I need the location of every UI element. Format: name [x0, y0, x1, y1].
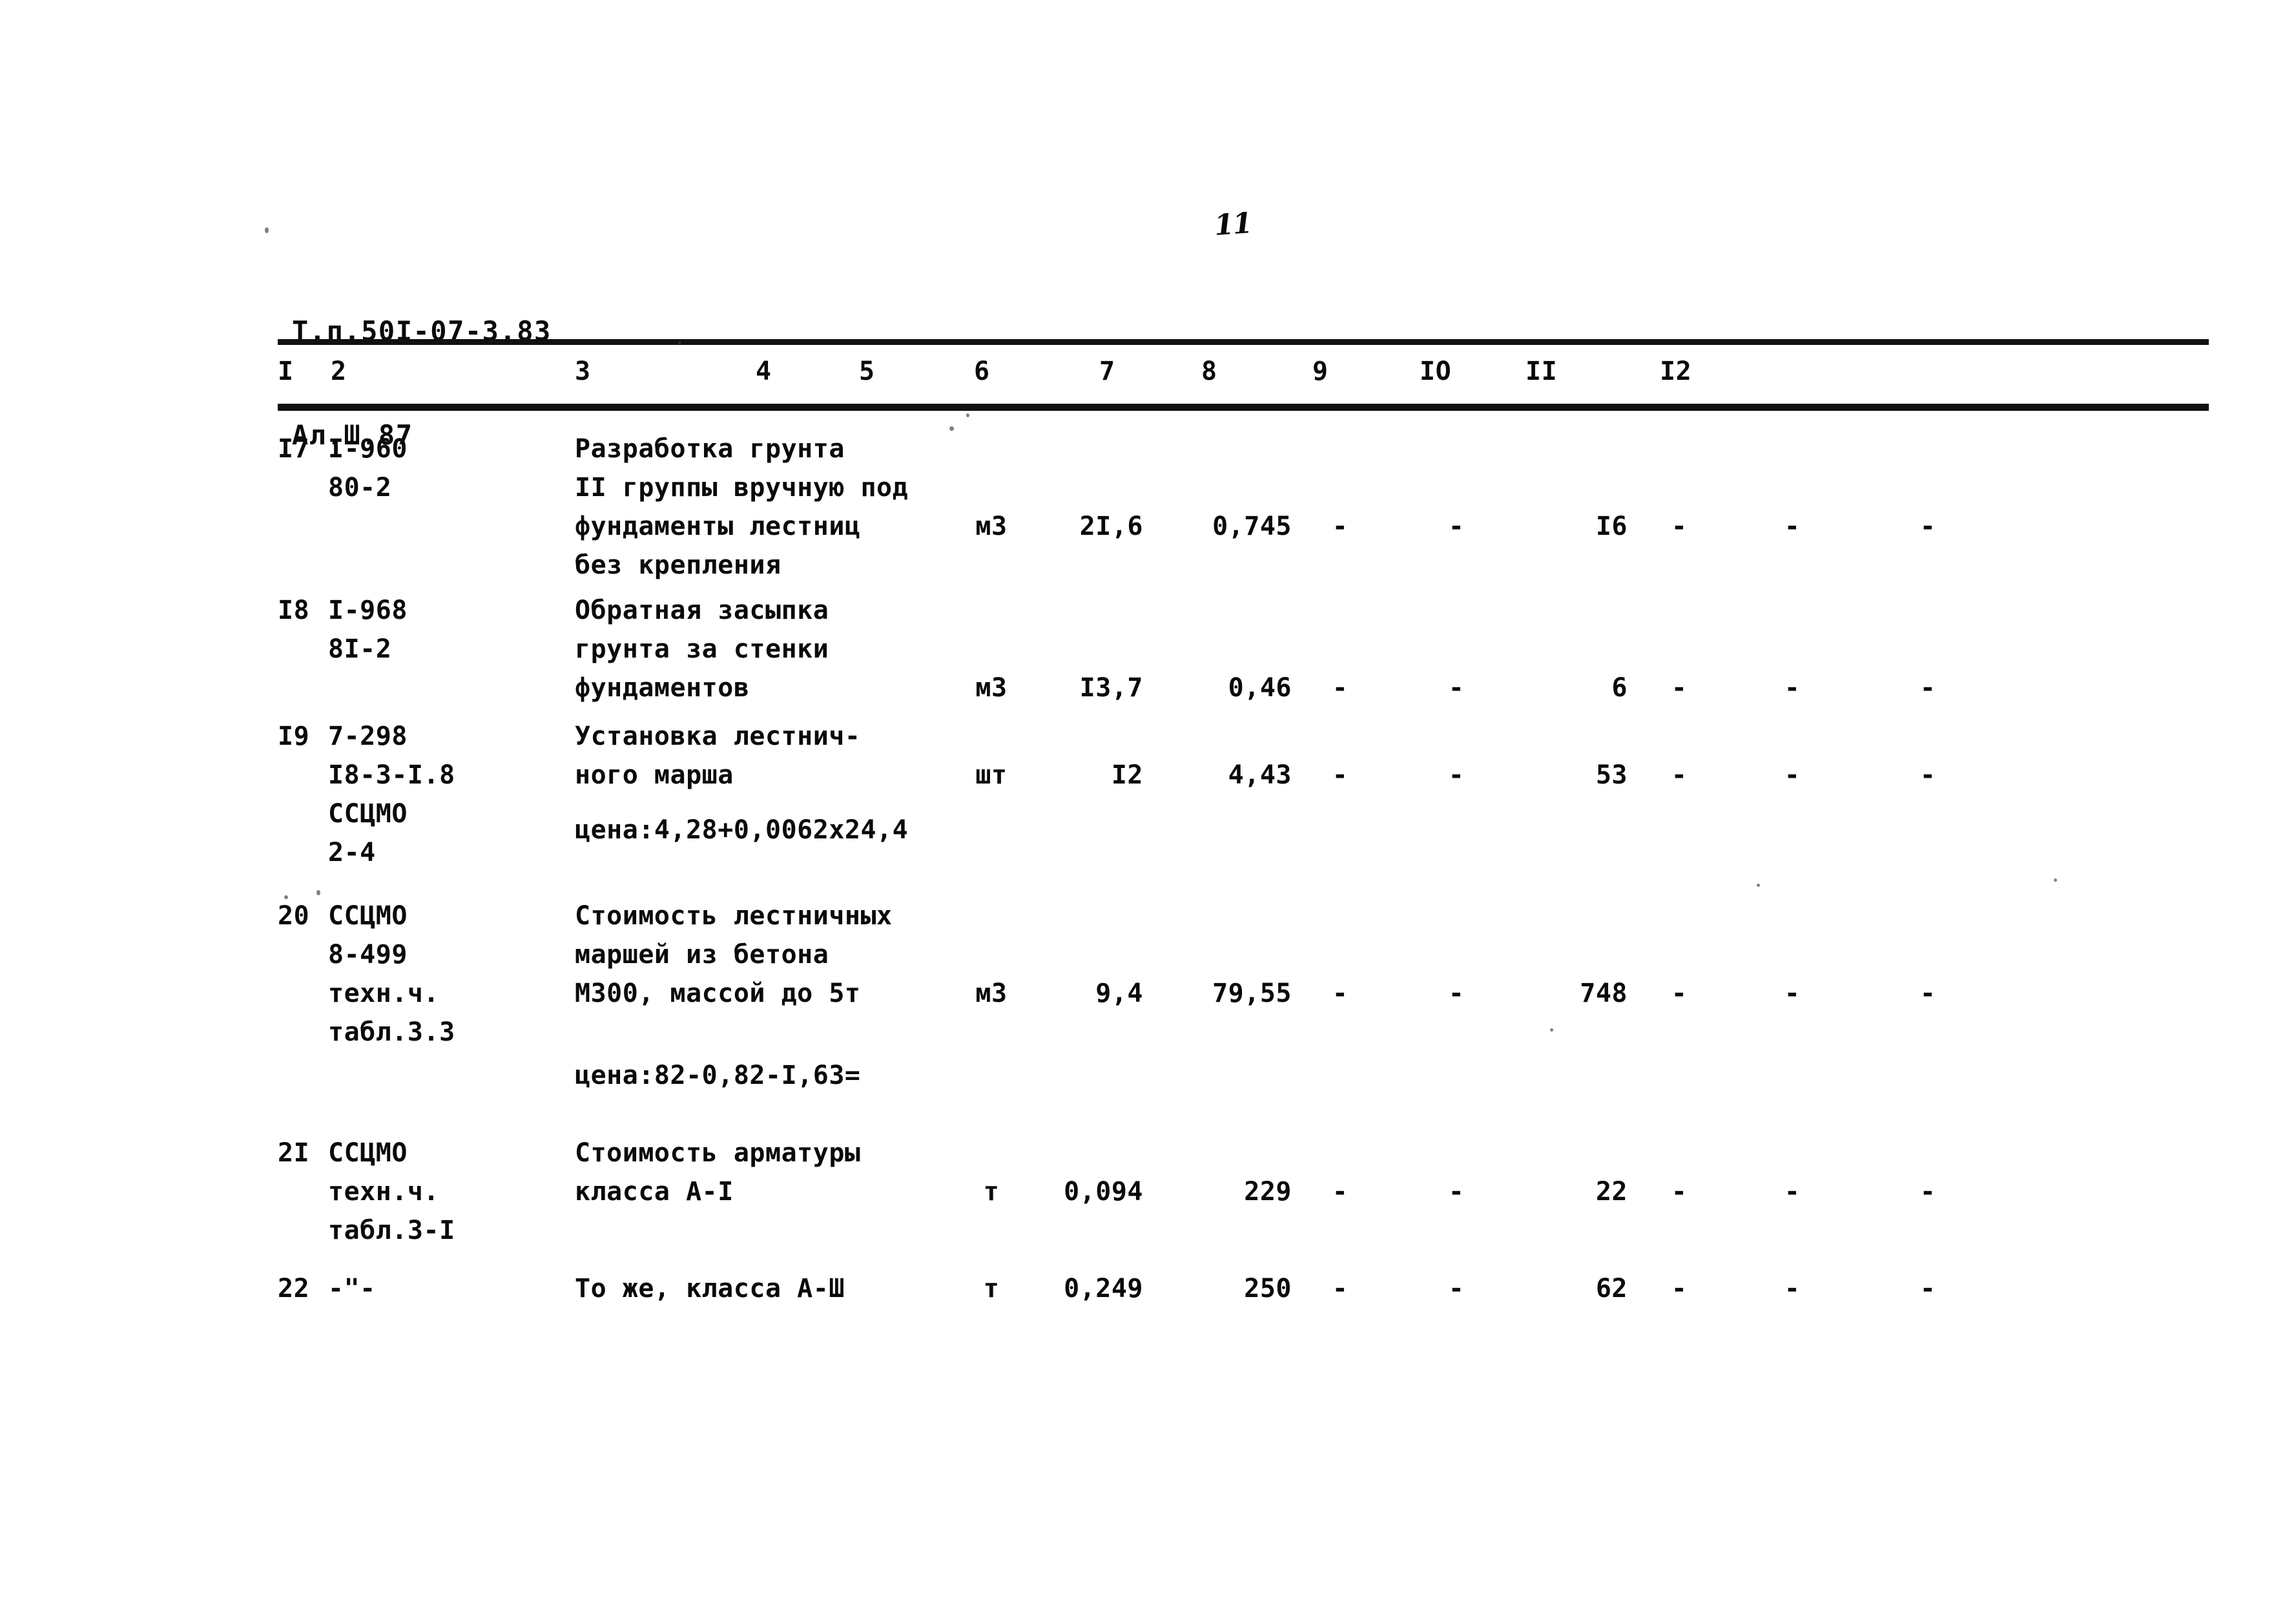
row-value-5: 9,4 [1095, 979, 1143, 1008]
row-value-6: 229 [1244, 1177, 1292, 1207]
row-value-12: - [1919, 1177, 1936, 1207]
page-number: 11 [1213, 207, 1252, 242]
row-unit: м3 [975, 979, 1008, 1008]
row-value-7: - [1332, 979, 1349, 1008]
row-value-11: - [1784, 512, 1801, 541]
row-value-7: - [1332, 512, 1349, 541]
column-header-9: 9 [1312, 357, 1329, 386]
row-value-9: 62 [1595, 1274, 1628, 1303]
table-top-rule [278, 339, 2209, 345]
row-value-11: - [1784, 1274, 1801, 1303]
row-unit: т [983, 1274, 1000, 1303]
column-header-4: 4 [756, 357, 772, 386]
row-description: Установка лестнич- ного марша [575, 722, 861, 790]
table-row: I7 [278, 434, 310, 464]
row-unit: м3 [975, 512, 1008, 541]
row-value-9: I6 [1595, 512, 1628, 541]
row-code: ССЦМО техн.ч. табл.3-I [328, 1138, 455, 1245]
row-code: -"- [328, 1274, 376, 1303]
row-value-11: - [1784, 673, 1801, 703]
scan-speck [966, 413, 969, 417]
row-code: ССЦМО 8-499 техн.ч. табл.3.3 [328, 901, 455, 1047]
row-value-6: 0,46 [1228, 673, 1292, 703]
table-row: I9 [278, 722, 310, 751]
row-value-8: - [1448, 979, 1465, 1008]
row-value-8: - [1448, 512, 1465, 541]
column-header-5: 5 [859, 357, 875, 386]
column-header-2: 2 [331, 357, 347, 386]
row-value-11: - [1784, 760, 1801, 790]
row-value-12: - [1919, 673, 1936, 703]
row-value-5: I3,7 [1079, 673, 1143, 703]
scan-speck [949, 426, 954, 431]
document-page: Т.п.50I-07-3.83 Ал.Ш.87 11 I 2 3 4 5 6 7… [0, 0, 2296, 1620]
column-header-7: 7 [1099, 357, 1115, 386]
row-value-10: - [1671, 1274, 1688, 1303]
row-value-5: 0,094 [1064, 1177, 1143, 1207]
row-value-5: 0,249 [1064, 1274, 1143, 1303]
row-code: I-960 80-2 [328, 434, 408, 503]
row-value-9: 748 [1580, 979, 1628, 1008]
row-value-11: - [1784, 979, 1801, 1008]
scan-speck [1757, 884, 1760, 887]
row-code: I-968 8I-2 [328, 596, 408, 664]
row-value-12: - [1919, 979, 1936, 1008]
row-value-12: - [1919, 1274, 1936, 1303]
column-header-10: IO [1420, 357, 1452, 386]
row-value-10: - [1671, 760, 1688, 790]
row-value-12: - [1919, 760, 1936, 790]
row-price-note: цена:4,28+0,0062х24,4 [575, 815, 909, 845]
row-description: Стоимость лестничных маршей из бетона М3… [575, 901, 893, 1008]
scan-speck [678, 341, 681, 344]
row-value-6: 250 [1244, 1274, 1292, 1303]
scan-speck [284, 895, 288, 899]
column-header-3: 3 [575, 357, 591, 386]
table-row: 22 [278, 1274, 310, 1303]
row-value-6: 0,745 [1212, 512, 1292, 541]
table-row: I8 [278, 596, 310, 625]
row-price-note: цена:82-0,82-I,63= [575, 1061, 861, 1090]
row-value-10: - [1671, 673, 1688, 703]
column-header-1: I [278, 357, 294, 386]
row-value-5: I2 [1111, 760, 1143, 790]
table-header-rule [278, 404, 2209, 411]
row-value-6: 79,55 [1212, 979, 1292, 1008]
row-description: Разработка грунта II группы вручную под … [575, 434, 909, 580]
scan-speck [1550, 1028, 1553, 1032]
scan-speck [265, 227, 269, 233]
row-value-7: - [1332, 760, 1349, 790]
row-code: 7-298 I8-3-I.8 ССЦМО 2-4 [328, 722, 455, 867]
row-description: Стоимость арматуры класса А-I [575, 1138, 861, 1207]
row-description: Обратная засыпка грунта за стенки фундам… [575, 596, 829, 703]
row-value-6: 4,43 [1228, 760, 1292, 790]
row-value-9: 6 [1611, 673, 1628, 703]
row-value-8: - [1448, 1177, 1465, 1207]
row-value-10: - [1671, 979, 1688, 1008]
column-header-6: 6 [974, 357, 990, 386]
row-value-10: - [1671, 512, 1688, 541]
row-unit: м3 [975, 673, 1008, 703]
row-value-5: 2I,6 [1079, 512, 1143, 541]
row-unit: т [983, 1177, 1000, 1207]
row-value-12: - [1919, 512, 1936, 541]
column-header-12: I2 [1660, 357, 1692, 386]
row-unit: шт [975, 760, 1008, 790]
table-row: 20 [278, 901, 310, 931]
scan-speck [2054, 878, 2057, 882]
column-header-8: 8 [1201, 357, 1217, 386]
row-description: То же, класса А-Ш [575, 1274, 845, 1303]
row-value-9: 53 [1595, 760, 1628, 790]
row-value-8: - [1448, 673, 1465, 703]
row-value-8: - [1448, 760, 1465, 790]
row-value-9: 22 [1595, 1177, 1628, 1207]
table-row: 2I [278, 1138, 310, 1168]
row-value-8: - [1448, 1274, 1465, 1303]
row-value-7: - [1332, 1274, 1349, 1303]
row-value-7: - [1332, 673, 1349, 703]
row-value-11: - [1784, 1177, 1801, 1207]
row-value-10: - [1671, 1177, 1688, 1207]
scan-speck [316, 890, 320, 895]
row-value-7: - [1332, 1177, 1349, 1207]
column-header-11: II [1525, 357, 1558, 386]
